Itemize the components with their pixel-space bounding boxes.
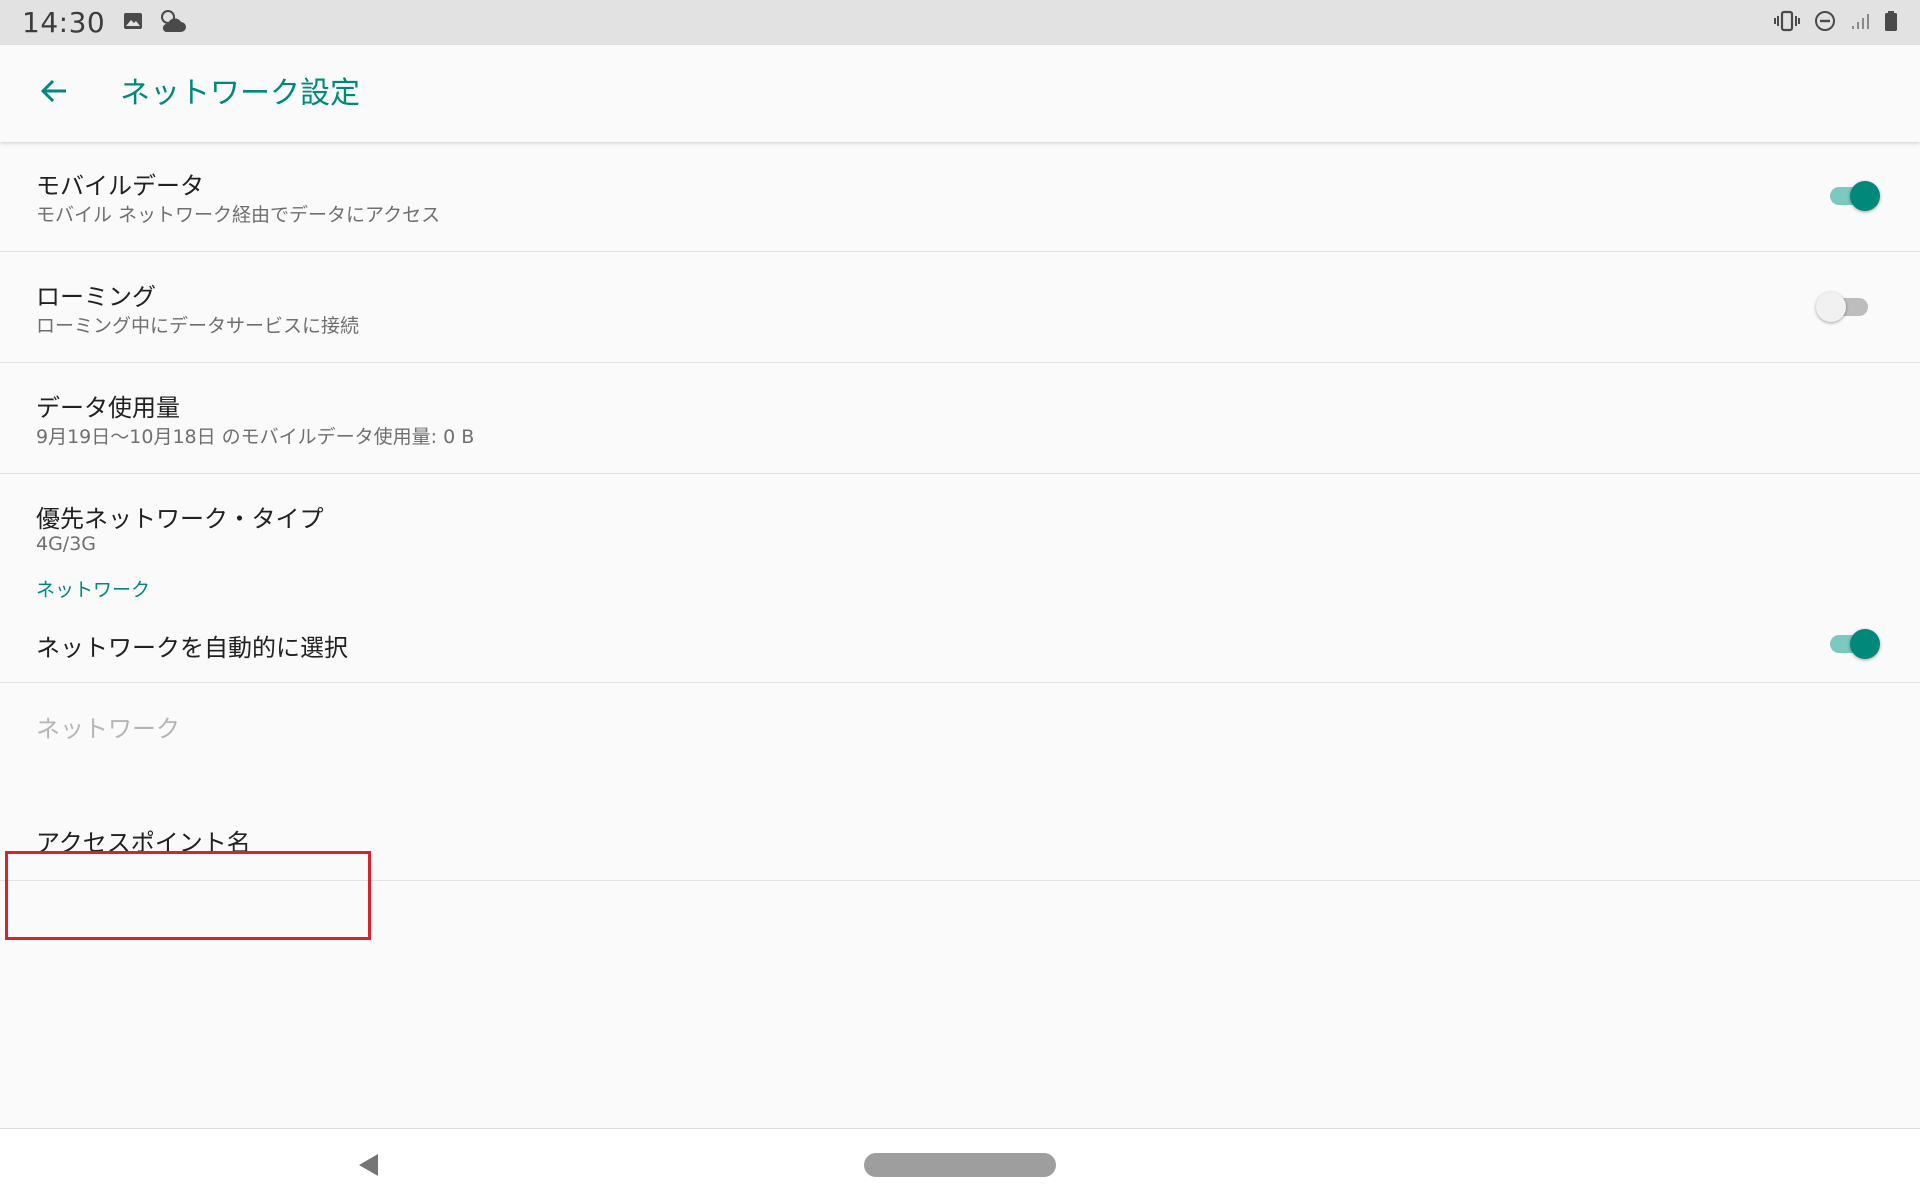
home-pill-icon[interactable] — [864, 1153, 1056, 1177]
roaming-title: ローミング — [36, 283, 156, 311]
weather-icon — [157, 8, 187, 38]
arrow-back-icon — [38, 75, 70, 111]
image-icon — [123, 11, 143, 35]
signal-icon — [1850, 11, 1870, 35]
preferred-network-type-row[interactable]: 優先ネットワーク・タイプ 4G/3G — [0, 474, 1920, 571]
mobile-data-toggle[interactable] — [1826, 175, 1882, 215]
mobile-data-row[interactable]: モバイルデータ モバイル ネットワーク経由でデータにアクセス — [0, 142, 1920, 252]
auto-select-network-row[interactable]: ネットワークを自動的に選択 — [0, 606, 1920, 683]
roaming-row[interactable]: ローミング ローミング中にデータサービスに接続 — [0, 252, 1920, 363]
mobile-data-summary: モバイル ネットワーク経由でデータにアクセス — [36, 204, 441, 226]
status-bar: 14:30 — [0, 0, 1920, 45]
battery-icon — [1884, 10, 1898, 36]
access-point-names-title: アクセスポイント名 — [36, 829, 251, 857]
preferred-network-type-title: 優先ネットワーク・タイプ — [36, 505, 324, 533]
toggle-thumb — [1816, 292, 1846, 322]
auto-select-network-toggle[interactable] — [1826, 623, 1882, 663]
app-bar: ネットワーク設定 — [0, 45, 1920, 142]
preferred-network-type-summary: 4G/3G — [36, 533, 97, 555]
status-right-icons — [1774, 0, 1898, 45]
do-not-disturb-icon — [1814, 10, 1836, 36]
access-point-names-row[interactable]: アクセスポイント名 — [0, 767, 1920, 881]
back-button[interactable] — [28, 67, 80, 119]
mobile-data-title: モバイルデータ — [36, 172, 204, 200]
network-category-label: ネットワーク — [36, 579, 151, 601]
network-category-header: ネットワーク — [0, 571, 1920, 606]
status-left-icons — [123, 8, 187, 38]
toggle-thumb — [1850, 181, 1880, 211]
nav-back-icon[interactable] — [356, 1152, 382, 1178]
nav-bar — [0, 1128, 1920, 1201]
auto-select-network-title: ネットワークを自動的に選択 — [36, 634, 348, 662]
network-row: ネットワーク — [0, 683, 1920, 767]
data-usage-row[interactable]: データ使用量 9月19日〜10月18日 のモバイルデータ使用量: 0 B — [0, 363, 1920, 474]
settings-list: モバイルデータ モバイル ネットワーク経由でデータにアクセス ローミング ローミ… — [0, 142, 1920, 881]
vibrate-icon — [1774, 10, 1800, 36]
network-title: ネットワーク — [36, 715, 180, 743]
status-time: 14:30 — [22, 6, 106, 39]
page-title: ネットワーク設定 — [120, 76, 360, 111]
toggle-thumb — [1850, 629, 1880, 659]
data-usage-title: データ使用量 — [36, 394, 180, 422]
data-usage-summary: 9月19日〜10月18日 のモバイルデータ使用量: 0 B — [36, 426, 475, 448]
roaming-summary: ローミング中にデータサービスに接続 — [36, 315, 360, 337]
roaming-toggle[interactable] — [1816, 286, 1872, 326]
